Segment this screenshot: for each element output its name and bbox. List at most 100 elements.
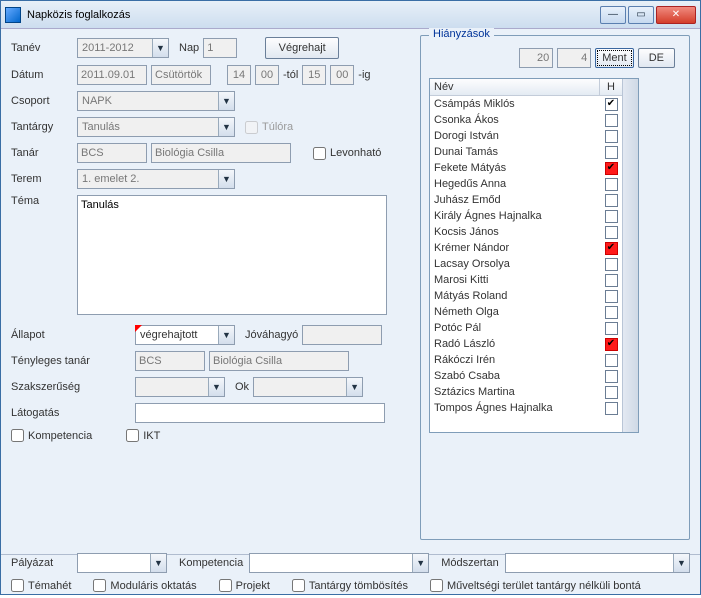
table-row[interactable]: Hegedűs Anna (430, 176, 622, 192)
table-row[interactable]: Dorogi István (430, 128, 622, 144)
tantargy-select[interactable]: Tanulás ▼ (77, 117, 235, 137)
h-cell[interactable] (600, 304, 622, 320)
ikt-checkbox[interactable]: IKT (126, 429, 160, 442)
table-row[interactable]: Csámpás Miklós✔ (430, 96, 622, 112)
perc-from[interactable] (255, 65, 279, 85)
h-checkbox[interactable]: ✔ (605, 162, 618, 175)
tanar-name-input[interactable] (151, 143, 291, 163)
h-cell[interactable] (600, 288, 622, 304)
table-row[interactable]: Rákóczi Irén (430, 352, 622, 368)
tanev-select[interactable]: 2011-2012 ▼ (77, 38, 169, 58)
tombosites-checkbox[interactable]: Tantárgy tömbösítés (292, 579, 408, 592)
h-cell[interactable] (600, 208, 622, 224)
h-cell[interactable] (600, 144, 622, 160)
h-checkbox[interactable] (605, 146, 618, 159)
table-row[interactable]: Szabó Csaba (430, 368, 622, 384)
table-row[interactable]: Dunai Tamás (430, 144, 622, 160)
h-cell[interactable] (600, 352, 622, 368)
ora-to[interactable] (302, 65, 326, 85)
levonhato-checkbox[interactable]: Levonható (313, 147, 381, 160)
h-cell[interactable] (600, 224, 622, 240)
h-checkbox[interactable] (605, 226, 618, 239)
h-checkbox[interactable] (605, 322, 618, 335)
vegrehajt-button[interactable]: Végrehajt (265, 37, 339, 59)
datum-input[interactable] (77, 65, 147, 85)
h-checkbox[interactable] (605, 178, 618, 191)
jovahagyo-input[interactable] (302, 325, 382, 345)
col-h-header[interactable]: H (600, 79, 622, 95)
h-cell[interactable]: ✔ (600, 160, 622, 176)
tenyleges-name-input[interactable] (209, 351, 349, 371)
h-cell[interactable] (600, 320, 622, 336)
temahet-checkbox[interactable]: Témahét (11, 579, 71, 592)
tenyleges-code-input[interactable] (135, 351, 205, 371)
h-cell[interactable] (600, 256, 622, 272)
table-row[interactable]: Németh Olga (430, 304, 622, 320)
h-checkbox[interactable] (605, 258, 618, 271)
h-cell[interactable]: ✔ (600, 96, 622, 112)
terem-select[interactable]: 1. emelet 2. ▼ (77, 169, 235, 189)
h-cell[interactable] (600, 272, 622, 288)
h-checkbox[interactable] (605, 114, 618, 127)
modularis-checkbox[interactable]: Moduláris oktatás (93, 579, 196, 592)
table-row[interactable]: Mátyás Roland (430, 288, 622, 304)
minimize-button[interactable]: — (600, 6, 626, 24)
table-row[interactable]: Kocsis János (430, 224, 622, 240)
h-cell[interactable] (600, 400, 622, 416)
maximize-button[interactable]: ▭ (628, 6, 654, 24)
ok-select[interactable]: ▼ (253, 377, 363, 397)
h-cell[interactable]: ✔ (600, 240, 622, 256)
h-cell[interactable] (600, 368, 622, 384)
h-checkbox[interactable] (605, 210, 618, 223)
h-checkbox[interactable] (605, 402, 618, 415)
h-checkbox[interactable] (605, 194, 618, 207)
tanar-code-input[interactable] (77, 143, 147, 163)
h-checkbox[interactable]: ✔ (605, 242, 618, 255)
h-checkbox[interactable] (605, 386, 618, 399)
ora-from[interactable] (227, 65, 251, 85)
table-row[interactable]: Krémer Nándor✔ (430, 240, 622, 256)
table-row[interactable]: Csonka Ákos (430, 112, 622, 128)
h-checkbox[interactable] (605, 354, 618, 367)
datum-day-input[interactable] (151, 65, 211, 85)
table-row[interactable]: Fekete Mátyás✔ (430, 160, 622, 176)
nap-input[interactable] (203, 38, 237, 58)
h-checkbox[interactable] (605, 290, 618, 303)
table-row[interactable]: Tompos Ágnes Hajnalka (430, 400, 622, 416)
h-cell[interactable] (600, 128, 622, 144)
h-checkbox[interactable] (605, 130, 618, 143)
szakszeruseg-select[interactable]: ▼ (135, 377, 225, 397)
table-row[interactable]: Király Ágnes Hajnalka (430, 208, 622, 224)
csoport-select[interactable]: NAPK ▼ (77, 91, 235, 111)
table-row[interactable]: Radó László✔ (430, 336, 622, 352)
allapot-select[interactable]: végrehajtott ▼ (135, 325, 235, 345)
table-row[interactable]: Lacsay Orsolya (430, 256, 622, 272)
latogatas-input[interactable] (135, 403, 385, 423)
projekt-checkbox[interactable]: Projekt (219, 579, 270, 592)
modszertan-select[interactable]: ▼ (505, 553, 690, 573)
h-cell[interactable] (600, 112, 622, 128)
tulora-checkbox[interactable]: Túlóra (245, 121, 293, 134)
h-checkbox[interactable] (605, 274, 618, 287)
h-checkbox[interactable]: ✔ (605, 98, 618, 111)
palyazat-select[interactable]: ▼ (77, 553, 167, 573)
h-cell[interactable] (600, 192, 622, 208)
table-row[interactable]: Sztázics Martina (430, 384, 622, 400)
table-row[interactable]: Marosi Kitti (430, 272, 622, 288)
h-cell[interactable] (600, 176, 622, 192)
h-cell[interactable]: ✔ (600, 336, 622, 352)
perc-to[interactable] (330, 65, 354, 85)
table-row[interactable]: Juhász Emőd (430, 192, 622, 208)
h-checkbox[interactable] (605, 306, 618, 319)
ment-button[interactable]: Ment (595, 48, 633, 68)
close-button[interactable]: ✕ (656, 6, 696, 24)
h-checkbox[interactable] (605, 370, 618, 383)
muveltsegi-checkbox[interactable]: Műveltségi terület tantárgy nélküli bont… (430, 579, 641, 592)
table-row[interactable]: Potóc Pál (430, 320, 622, 336)
h-checkbox[interactable]: ✔ (605, 338, 618, 351)
titlebar[interactable]: Napközis foglalkozás — ▭ ✕ (1, 1, 700, 29)
h-cell[interactable] (600, 384, 622, 400)
de-button[interactable]: DE (638, 48, 675, 68)
kompetencia-checkbox[interactable]: Kompetencia (11, 429, 92, 442)
kompetencia-select[interactable]: ▼ (249, 553, 429, 573)
